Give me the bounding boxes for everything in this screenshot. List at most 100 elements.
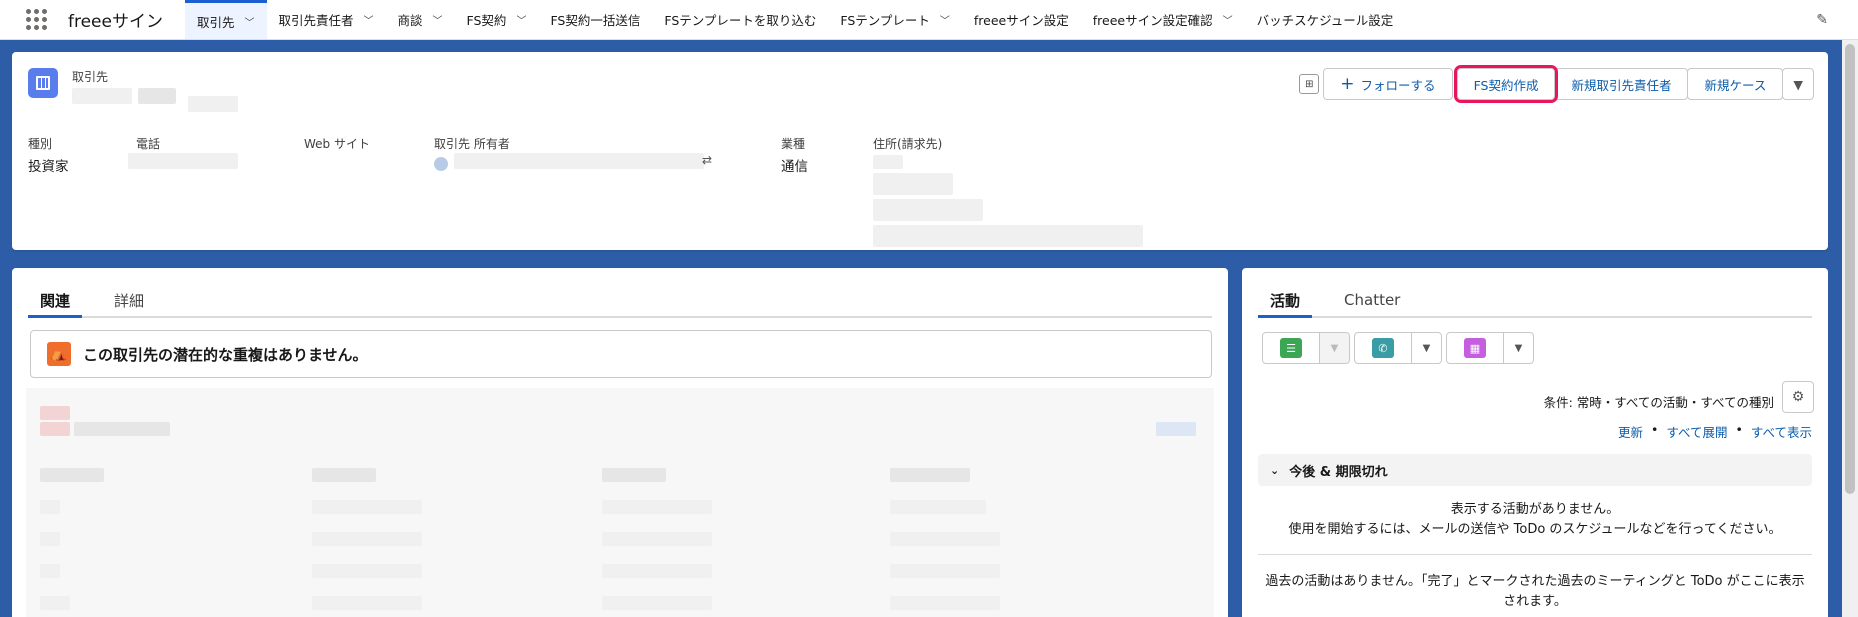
calendar-icon: ▦ <box>1464 338 1486 358</box>
nav-tab-label: 取引先責任者 <box>278 13 354 28</box>
follow-button[interactable]: + フォローする <box>1323 68 1453 100</box>
related-tabs: 関連 詳細 <box>28 284 1212 318</box>
call-dropdown[interactable]: ▼ <box>1412 332 1442 364</box>
record-highlights-panel: 取引先 ⊞ + フォローする FS契約作成 新規取引先責任者 新規ケース ▼ 種別… <box>12 52 1828 250</box>
phone-icon: ✆ <box>1372 338 1394 358</box>
account-icon <box>28 68 58 98</box>
no-activity-message: 表示する活動がありません。 使用を開始するには、メールの送信や ToDo のスケ… <box>1258 500 1812 540</box>
caret-down-icon: ▼ <box>1793 76 1803 92</box>
field-label: Web サイト <box>304 137 370 151</box>
phone-redacted <box>128 153 238 169</box>
field-label: 種別 <box>28 137 53 151</box>
nav-tab-label: 商談 <box>397 13 423 28</box>
nav-tab[interactable]: バッチスケジュール設定 <box>1245 0 1406 39</box>
activity-filter-text: 条件: 常時・すべての活動・すべての種別 <box>1543 395 1774 410</box>
nav-tab-label: FS契約一括送信 <box>550 13 641 28</box>
change-owner-icon[interactable]: ⇄ <box>702 153 712 167</box>
new-event-button[interactable]: ▦ <box>1446 332 1504 364</box>
more-actions-dropdown[interactable]: ▼ <box>1782 68 1814 100</box>
field-value: 投資家 <box>28 159 69 175</box>
duplicate-check-banner: ⛺ この取引先の潜在的な重複はありません。 <box>30 330 1212 378</box>
chevron-down-icon: ⌄ <box>1270 463 1280 477</box>
divider <box>1258 554 1812 555</box>
address-redacted <box>873 155 903 169</box>
related-list-redacted <box>26 388 1214 617</box>
nav-tab[interactable]: FS契約一括送信 <box>538 0 652 39</box>
nav-tab[interactable]: freeeサイン設定 <box>962 0 1081 39</box>
field-value: 通信 <box>781 159 808 175</box>
refresh-link[interactable]: 更新 <box>1618 422 1643 441</box>
nav-tab-label: freeeサイン設定 <box>973 13 1069 28</box>
tab-chatter[interactable]: Chatter <box>1332 284 1412 316</box>
field-phone: 電話 <box>128 135 238 169</box>
duplicate-message: この取引先の潜在的な重複はありません。 <box>83 345 368 364</box>
follow-label: フォローする <box>1360 77 1436 93</box>
activity-publisher: ☰ ▼ ✆ ▼ ▦ ▼ <box>1262 332 1538 364</box>
new-contact-button[interactable]: 新規取引先責任者 <box>1554 68 1689 100</box>
view-all-link[interactable]: すべて表示 <box>1751 422 1812 441</box>
event-dropdown[interactable]: ▼ <box>1504 332 1534 364</box>
chevron-down-icon[interactable]: ﹀ <box>433 12 443 27</box>
tab-related[interactable]: 関連 <box>28 284 83 318</box>
separator: • <box>1650 422 1659 437</box>
empty-line-2: 使用を開始するには、メールの送信や ToDo のスケジュールなどを行ってください… <box>1288 522 1782 537</box>
task-icon: ☰ <box>1280 338 1302 358</box>
app-name: freeeサイン <box>68 12 163 32</box>
nav-tab-label: freeeサイン設定確認 <box>1092 13 1213 28</box>
nav-tab-label: FSテンプレートを取り込む <box>664 13 817 28</box>
new-task-button[interactable]: ☰ <box>1262 332 1320 364</box>
record-name-redacted <box>138 88 176 104</box>
chevron-down-icon[interactable]: ﹀ <box>364 12 374 27</box>
field-label: 業種 <box>781 137 806 151</box>
page-scrollbar[interactable] <box>1842 40 1858 617</box>
pencil-icon[interactable]: ✎ <box>1816 12 1828 28</box>
new-case-button[interactable]: 新規ケース <box>1687 68 1784 100</box>
activity-panel: 活動 Chatter ☰ ▼ ✆ ▼ ▦ ▼ 条件: 常時・すべての活動・すべて… <box>1242 268 1828 617</box>
field-billing-address: 住所(請求先) <box>873 135 1143 247</box>
chevron-down-icon[interactable]: ﹀ <box>940 12 950 27</box>
scrollbar-thumb[interactable] <box>1845 44 1855 494</box>
nav-tab[interactable]: freeeサイン設定確認 ﹀ <box>1081 0 1245 39</box>
nav-tab-label: 取引先 <box>196 14 235 30</box>
field-type: 種別 投資家 <box>28 135 69 175</box>
fs-contract-create-button[interactable]: FS契約作成 <box>1453 65 1559 103</box>
field-website: Web サイト <box>304 135 370 152</box>
expand-all-link[interactable]: すべて展開 <box>1666 422 1727 441</box>
tab-activity[interactable]: 活動 <box>1258 284 1313 318</box>
hierarchy-icon[interactable]: ⊞ <box>1299 74 1320 94</box>
nav-tab[interactable]: FSテンプレート ﹀ <box>828 0 962 39</box>
nav-tab[interactable]: 取引先 ﹀ <box>184 0 267 39</box>
upcoming-title: 今後 & 期限切れ <box>1289 464 1388 480</box>
address-redacted <box>873 225 1143 247</box>
nav-tab[interactable]: 取引先責任者 ﹀ <box>267 0 386 39</box>
task-dropdown: ▼ <box>1320 332 1350 364</box>
log-call-button[interactable]: ✆ <box>1354 332 1412 364</box>
activity-tabs: 活動 Chatter <box>1258 284 1812 318</box>
nav-tab-label: FSテンプレート <box>840 13 930 28</box>
tab-details[interactable]: 詳細 <box>102 284 156 316</box>
plus-icon: + <box>1340 74 1355 94</box>
gear-icon[interactable]: ⚙ <box>1782 381 1814 413</box>
related-panel: 関連 詳細 ⛺ この取引先の潜在的な重複はありません。 <box>12 268 1228 617</box>
nav-tab-label: FS契約 <box>466 13 507 28</box>
field-label: 取引先 所有者 <box>434 137 510 151</box>
nav-tab[interactable]: FSテンプレートを取り込む <box>652 0 828 39</box>
nav-tab-label: バッチスケジュール設定 <box>1256 13 1394 28</box>
no-past-activity-message: 過去の活動はありません。「完了」とマークされた過去のミーティングと ToDo が… <box>1258 572 1812 612</box>
record-name-redacted <box>188 96 238 112</box>
avatar <box>434 157 448 171</box>
chevron-down-icon[interactable]: ﹀ <box>1223 12 1233 27</box>
owner-name-redacted[interactable] <box>454 153 704 169</box>
record-actions: ⊞ + フォローする FS契約作成 新規取引先責任者 新規ケース ▼ <box>1299 65 1814 103</box>
app-launcher-icon[interactable] <box>26 0 56 39</box>
activity-links: 更新 • すべて展開 • すべて表示 <box>1618 422 1812 441</box>
record-name-redacted <box>72 88 132 104</box>
chevron-down-icon[interactable]: ﹀ <box>245 14 255 29</box>
upcoming-overdue-section[interactable]: ⌄ 今後 & 期限切れ <box>1258 454 1812 486</box>
nav-tab[interactable]: FS契約 ﹀ <box>455 0 539 39</box>
past-line-2: されます。 <box>1503 594 1567 609</box>
past-line-1: 過去の活動はありません。「完了」とマークされた過去のミーティングと ToDo が… <box>1265 574 1805 589</box>
field-owner: 取引先 所有者 ⇄ <box>434 135 712 171</box>
nav-tab[interactable]: 商談 ﹀ <box>386 0 455 39</box>
chevron-down-icon[interactable]: ﹀ <box>516 12 526 27</box>
